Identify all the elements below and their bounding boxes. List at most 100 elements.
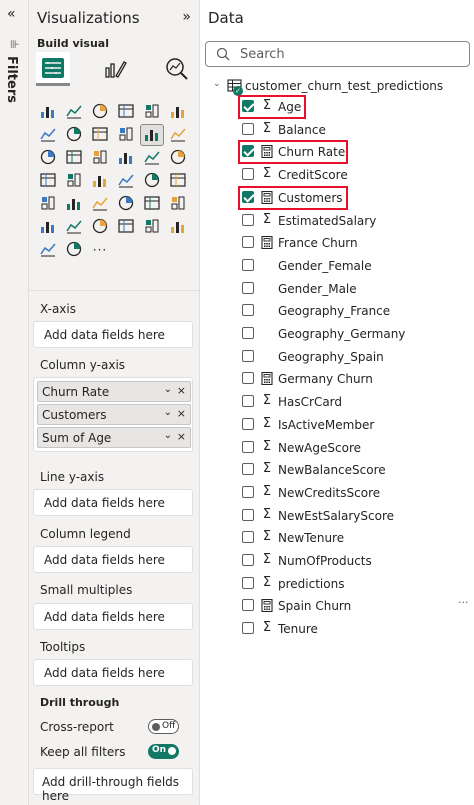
- scatter-visual-button[interactable]: [115, 148, 137, 168]
- field-checkbox[interactable]: [242, 417, 254, 430]
- more-options-icon[interactable]: ···: [458, 596, 469, 609]
- map-visual-button[interactable]: [63, 171, 85, 191]
- field-item[interactable]: Germany Churn: [241, 369, 471, 389]
- slicer-visual-button[interactable]: [89, 194, 111, 214]
- line-column-visual-button[interactable]: [140, 124, 164, 146]
- smart-narrative-visual-button[interactable]: [141, 217, 163, 237]
- field-checkbox[interactable]: [242, 440, 254, 453]
- field-checkbox[interactable]: [242, 281, 254, 294]
- chevron-down-icon[interactable]: ⌄: [164, 430, 172, 441]
- matrix-visual-button[interactable]: [141, 194, 163, 214]
- field-checkbox[interactable]: [242, 485, 254, 498]
- line-chart-visual-button[interactable]: [37, 125, 59, 145]
- field-item[interactable]: Σ NewCreditsScore: [241, 483, 471, 503]
- field-checkbox[interactable]: [242, 349, 254, 362]
- field-item[interactable]: Gender_Female: [241, 256, 471, 276]
- paginated-report-visual-button[interactable]: [89, 217, 111, 237]
- table-customer-churn-test-predictions[interactable]: ⌄ ✓ customer_churn_test_predictions: [213, 78, 473, 96]
- close-icon[interactable]: ×: [177, 407, 186, 420]
- 100-column-visual-button[interactable]: [167, 102, 189, 122]
- area-chart-visual-button[interactable]: [63, 125, 85, 145]
- azure-map-visual-button[interactable]: [115, 171, 137, 191]
- power-apps-visual-button[interactable]: [37, 240, 59, 260]
- close-icon[interactable]: ×: [177, 384, 186, 397]
- stacked-area-visual-button[interactable]: [89, 125, 111, 145]
- field-checkbox[interactable]: [242, 122, 254, 135]
- more-visuals-visual-button[interactable]: ···: [89, 240, 111, 260]
- chevron-down-icon[interactable]: ⌄: [213, 79, 221, 89]
- format-visual-tab[interactable]: [98, 52, 132, 86]
- stacked-column-visual-button[interactable]: [63, 102, 85, 122]
- field-item[interactable]: Geography_France: [241, 301, 471, 321]
- goals-visual-button[interactable]: [115, 217, 137, 237]
- field-checkbox[interactable]: [242, 622, 254, 635]
- field-checkbox[interactable]: [242, 576, 254, 589]
- power-automate-visual-button[interactable]: [63, 240, 85, 260]
- field-item[interactable]: Geography_Spain: [241, 347, 471, 367]
- field-item[interactable]: Spain Churn ···: [241, 596, 471, 616]
- field-item[interactable]: France Churn: [241, 233, 471, 253]
- field-item[interactable]: Σ NewEstSalaryScore: [241, 506, 471, 526]
- funnel-visual-button[interactable]: [89, 148, 111, 168]
- filters-pane[interactable]: « ⊪ Filters: [0, 0, 29, 805]
- search-input[interactable]: Search: [205, 41, 470, 67]
- expand-filters-icon[interactable]: «: [7, 6, 16, 22]
- filled-map-visual-button[interactable]: [89, 171, 111, 191]
- field-checkbox[interactable]: [242, 258, 254, 271]
- chevron-down-icon[interactable]: ⌄: [164, 407, 172, 418]
- column-legend-well[interactable]: Add data fields here: [33, 546, 193, 573]
- field-checkbox[interactable]: [242, 508, 254, 521]
- donut-visual-button[interactable]: [167, 148, 189, 168]
- kpi-visual-button[interactable]: [63, 194, 85, 214]
- key-influencers-visual-button[interactable]: [37, 217, 59, 237]
- field-item[interactable]: Σ NewAgeScore: [241, 438, 471, 458]
- field-pill-sum-of-age[interactable]: Sum of Age ⌄ ×: [37, 427, 191, 448]
- field-pill-customers[interactable]: Customers ⌄ ×: [37, 404, 191, 425]
- chevron-down-icon[interactable]: ⌄: [164, 384, 172, 395]
- table-visual-button[interactable]: [115, 194, 137, 214]
- tooltips-well[interactable]: Add data fields here: [33, 659, 193, 686]
- field-checkbox[interactable]: [242, 327, 254, 339]
- line-y-axis-well[interactable]: Add data fields here: [33, 489, 193, 516]
- field-pill-churn-rate[interactable]: Churn Rate ⌄ ×: [37, 381, 191, 402]
- field-checkbox[interactable]: [242, 395, 254, 408]
- field-item[interactable]: Σ EstimatedSalary: [241, 211, 471, 231]
- field-checkbox[interactable]: [242, 236, 254, 249]
- treemap-visual-button[interactable]: [37, 171, 59, 191]
- python-visual-visual-button[interactable]: [167, 217, 189, 237]
- decomposition-tree-visual-button[interactable]: [167, 194, 189, 214]
- ribbon-chart-visual-button[interactable]: [37, 148, 59, 168]
- small-multiples-well[interactable]: Add data fields here: [33, 603, 193, 630]
- field-item[interactable]: Σ CreditScore: [241, 165, 471, 185]
- field-checkbox[interactable]: [242, 213, 254, 226]
- card-visual-button[interactable]: [167, 171, 189, 191]
- pie-visual-button[interactable]: [141, 148, 163, 168]
- build-visual-tab[interactable]: [36, 52, 70, 86]
- drill-through-well[interactable]: Add drill-through fields here: [33, 768, 193, 803]
- field-item[interactable]: Σ Tenure: [241, 619, 471, 639]
- multirow-card-visual-button[interactable]: [37, 194, 59, 214]
- line-clustered-visual-button[interactable]: [167, 125, 189, 145]
- field-item[interactable]: Σpredictions: [241, 574, 471, 594]
- field-item[interactable]: Σ NumOfProducts: [241, 551, 471, 571]
- field-item[interactable]: Σ Balance: [241, 120, 471, 140]
- field-checkbox[interactable]: [242, 531, 254, 544]
- filters-label[interactable]: Filters: [4, 56, 19, 103]
- stacked-bar-visual-button[interactable]: [37, 102, 59, 122]
- x-axis-well[interactable]: Add data fields here: [33, 321, 193, 348]
- field-checkbox[interactable]: [242, 554, 254, 566]
- collapse-visualizations-icon[interactable]: »: [182, 9, 191, 25]
- 100-bar-visual-button[interactable]: [141, 102, 163, 122]
- field-item[interactable]: Geography_Germany: [241, 324, 471, 344]
- field-checkbox[interactable]: [242, 463, 254, 476]
- keep-all-filters-toggle[interactable]: On: [148, 744, 179, 759]
- analytics-tab[interactable]: [160, 52, 194, 86]
- field-checkbox[interactable]: [242, 168, 254, 181]
- field-item[interactable]: Σ NewBalanceScore: [241, 460, 471, 480]
- gauge-visual-button[interactable]: [141, 171, 163, 191]
- qna-visual-button[interactable]: [63, 217, 85, 237]
- field-item[interactable]: Σ IsActiveMember: [241, 415, 471, 435]
- field-checkbox[interactable]: [242, 304, 254, 317]
- field-item[interactable]: Σ HasCrCard: [241, 392, 471, 412]
- close-icon[interactable]: ×: [177, 430, 186, 443]
